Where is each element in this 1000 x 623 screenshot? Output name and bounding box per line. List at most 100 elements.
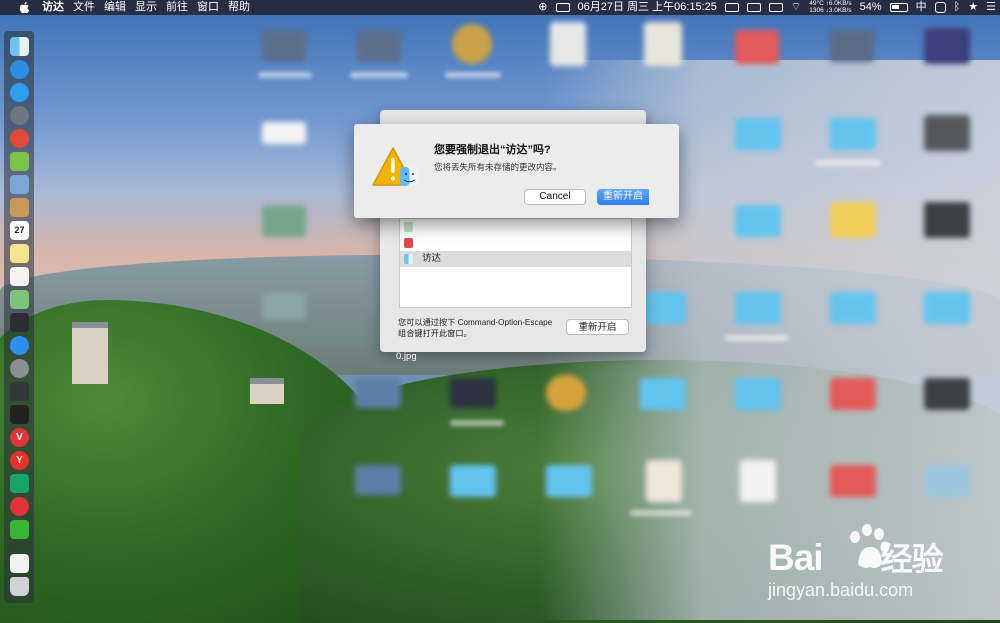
desktop-icon-blurred[interactable] [830, 292, 876, 324]
menu-go[interactable]: 前往 [166, 0, 197, 15]
document-stack-icon[interactable] [10, 554, 29, 573]
desktop-icon-blurred[interactable] [450, 378, 496, 408]
terminal-icon[interactable] [10, 405, 29, 424]
watermark-url: jingyan.baidu.com [768, 580, 914, 600]
safari-icon[interactable] [10, 83, 29, 102]
app-store-icon[interactable] [10, 336, 29, 355]
list-item-selected[interactable]: 访达 [400, 251, 631, 267]
notes-app-icon[interactable] [10, 198, 29, 217]
desktop-icon-blurred[interactable] [735, 118, 781, 150]
desktop-icon-blurred[interactable] [830, 202, 876, 238]
menu-help[interactable]: 帮助 [228, 0, 259, 15]
desktop-icon-blurred[interactable] [355, 378, 401, 408]
desktop-icon-blurred[interactable] [546, 465, 592, 497]
desktop-icon-blurred[interactable] [550, 22, 586, 66]
desktop-icon-blurred[interactable] [830, 30, 874, 62]
desktop-icon-blurred[interactable] [644, 22, 682, 66]
desktop-icon-blurred[interactable] [924, 378, 970, 410]
finder-icon[interactable] [10, 37, 29, 56]
activity-monitor-icon[interactable] [10, 382, 29, 401]
cancel-button[interactable]: Cancel [524, 189, 586, 205]
android-icon[interactable] [10, 152, 29, 171]
app-list[interactable]: 访达 [399, 218, 632, 308]
battery-icon[interactable] [889, 3, 908, 12]
desktop-icon-blurred[interactable] [355, 465, 401, 495]
document-icon[interactable] [10, 267, 29, 286]
preview-icon[interactable] [10, 175, 29, 194]
input-method[interactable]: 中 [916, 0, 927, 15]
list-item[interactable] [400, 219, 631, 235]
desktop-icon-blurred[interactable] [646, 460, 682, 502]
desktop-icon-blurred[interactable] [924, 202, 970, 238]
menu-window[interactable]: 窗口 [197, 0, 228, 15]
desktop-icon-blurred[interactable] [735, 30, 779, 64]
watermark-brand: Bai 经验 [768, 534, 944, 580]
app-icon [404, 238, 413, 248]
siri-icon[interactable] [10, 60, 29, 79]
globe-icon[interactable]: ⊕ [538, 0, 547, 15]
desktop-icon-blurred[interactable] [262, 122, 306, 144]
desktop-icon-blurred[interactable] [830, 118, 876, 150]
screen-mirror-icon[interactable] [555, 3, 570, 12]
desktop-icon-blurred[interactable] [357, 30, 401, 62]
relaunch-confirm-button[interactable]: 重新开启 [597, 189, 649, 205]
netease-music-icon[interactable] [10, 497, 29, 516]
desktop-icon-blurred[interactable] [830, 465, 876, 497]
sogou-icon[interactable] [934, 2, 946, 13]
desktop-icon-blurred[interactable] [924, 465, 970, 497]
desktop-icon-blurred[interactable] [262, 205, 306, 237]
desktop-icon-blurred[interactable] [830, 378, 876, 410]
menu-file[interactable]: 文件 [73, 0, 104, 15]
desktop-icon-blurred[interactable] [740, 460, 776, 502]
clock-datetime[interactable]: 06月27日 周三 上午06:15:25 [578, 0, 717, 15]
menu-extra-icon[interactable] [768, 3, 783, 12]
apple-menu-icon[interactable] [18, 1, 30, 14]
desktop-icon-blurred[interactable] [735, 205, 781, 237]
display-icon[interactable] [746, 3, 761, 12]
desktop-icon-blurred[interactable] [546, 375, 586, 411]
desktop-icon-blurred[interactable] [640, 378, 686, 410]
desktop-icon-blurred[interactable] [262, 292, 306, 320]
calendar-icon[interactable]: 27 [10, 221, 29, 240]
battery-percent[interactable]: 54% [860, 0, 882, 15]
desktop-icon-blurred[interactable] [735, 378, 781, 410]
star-icon[interactable]: ★ [968, 0, 978, 15]
bluetooth-icon[interactable]: ᛒ [954, 0, 961, 15]
menu-edit[interactable]: 编辑 [104, 0, 135, 15]
finder-icon [404, 254, 413, 264]
desktop-icon-blurred[interactable] [924, 28, 970, 64]
wifi-icon[interactable]: ⌔ [791, 0, 801, 15]
network-monitor[interactable]: 49°C ↑6.0KB/s 1306 ↓3.0KB/s [809, 0, 852, 14]
trash-icon[interactable] [10, 577, 29, 596]
desktop-icon-blurred[interactable] [924, 115, 970, 151]
maps-icon[interactable] [10, 290, 29, 309]
menu-finder[interactable]: 访达 [42, 0, 73, 15]
desktop-icon-blurred[interactable] [640, 292, 686, 324]
warning-icon [372, 147, 419, 186]
menu-view[interactable]: 显示 [135, 0, 166, 15]
notes-icon[interactable] [10, 244, 29, 263]
desktop-icon-blurred[interactable] [452, 24, 492, 64]
vivaldi-icon[interactable]: V [10, 428, 29, 447]
launchpad-icon[interactable] [10, 106, 29, 125]
filename-fragment: 0.jpg [396, 351, 417, 362]
desktop-icon-blurred[interactable] [262, 30, 306, 62]
list-item[interactable] [400, 235, 631, 251]
list-item-label: 访达 [422, 253, 442, 264]
shortcut-hint: 您可以通过按下 Command-Option-Escape 组合键打开此窗口。 [398, 318, 553, 338]
app-red-icon[interactable] [10, 129, 29, 148]
monitor-icon[interactable] [724, 3, 739, 12]
baidu-watermark: Bai 经验 jingyan.baidu.com [766, 520, 986, 610]
net-line-2: 1306 ↓3.0KB/s [809, 6, 852, 14]
desktop-icon-blurred[interactable] [450, 465, 496, 497]
yandex-icon[interactable]: Y [10, 451, 29, 470]
relaunch-button[interactable]: 重新开启 [566, 319, 629, 335]
system-monitor-icon[interactable] [10, 313, 29, 332]
screenshot-app-icon[interactable] [10, 474, 29, 493]
desktop-icon-blurred[interactable] [924, 292, 970, 324]
desktop-icon-blurred[interactable] [735, 292, 781, 324]
system-preferences-icon[interactable] [10, 359, 29, 378]
wechat-icon[interactable] [10, 520, 29, 539]
notification-center-icon[interactable]: ☰ [986, 0, 996, 15]
watermark-brand-text: Bai [768, 537, 824, 578]
